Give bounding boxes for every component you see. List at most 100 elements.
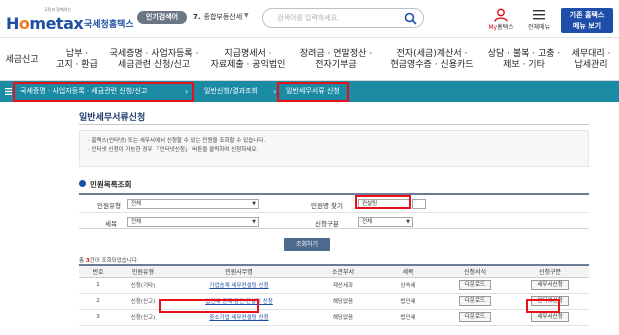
tax-label: 세목 bbox=[105, 220, 117, 228]
form-divider bbox=[79, 212, 589, 213]
popular-search-badge: 인기검색어 bbox=[137, 11, 187, 24]
column-header: 세목 bbox=[377, 264, 439, 278]
menu-line2: 제보 · 기타 bbox=[503, 60, 545, 70]
menu-line1: 상담 · 불복 · 고충 · bbox=[487, 49, 561, 59]
my-hometax-suffix: 홈택스 bbox=[497, 24, 514, 31]
category-label: 민원유형 bbox=[97, 202, 121, 210]
chevron-down-icon: ▼ bbox=[252, 219, 256, 225]
menu-item-payment[interactable]: 납부 · 고지 · 환급 bbox=[50, 39, 104, 81]
office-apply-button[interactable]: 세무서신청 bbox=[531, 280, 569, 290]
office-apply-button[interactable]: 세무서신청 bbox=[531, 312, 569, 322]
row-dept: 해당없음 bbox=[309, 293, 377, 310]
menu-dots-icon[interactable] bbox=[5, 88, 12, 95]
column-header: 번호 bbox=[79, 264, 117, 278]
full-menu-button[interactable]: 전체메뉴 bbox=[526, 8, 552, 34]
menu-line2: 세금관련 신청/신고 bbox=[117, 60, 191, 70]
menu-line1: 지급명세서 · bbox=[224, 49, 272, 59]
row-apply: 세무서신청 bbox=[511, 277, 589, 294]
menu-item-tax-agent[interactable]: 세무대리 · 납세관리 bbox=[566, 39, 616, 81]
name-search-extra-input[interactable] bbox=[412, 199, 426, 209]
chevron-down-icon[interactable]: ▼ bbox=[244, 12, 249, 19]
hometax-logo[interactable]: 국민과 함께하는 Hometax 국세청홈택스 bbox=[6, 7, 138, 33]
breadcrumb-level2[interactable]: 일반신청/결과조회 bbox=[204, 81, 258, 102]
top-header: 국민과 함께하는 Hometax 국세청홈택스 인기검색어 7. 종합부동산세 ▼… bbox=[0, 0, 619, 38]
user-icon bbox=[494, 8, 508, 22]
menu-line1: 세금신고 bbox=[5, 54, 39, 65]
chevron-down-icon: ▼ bbox=[406, 219, 410, 225]
row-form: 다운로드 bbox=[439, 309, 511, 326]
section-bullet-icon bbox=[79, 180, 86, 187]
popular-search-term[interactable]: 7. 종합부동산세 bbox=[193, 12, 242, 22]
table-header-row: 번호 민원유형 민원사무명 소관부서 세목 신청서식 신청구분 bbox=[79, 264, 589, 278]
legacy-menu-line1: 기존 홈택스 bbox=[569, 11, 605, 19]
search-icon[interactable] bbox=[404, 12, 417, 25]
menu-item-certificates[interactable]: 국세증명 · 사업자등록 · 세금관련 신청/신고 bbox=[106, 39, 202, 81]
row-form: 다운로드 bbox=[439, 277, 511, 294]
column-header: 신청서식 bbox=[439, 264, 511, 278]
menu-line1: 납부 · bbox=[65, 49, 89, 59]
row-type: 신청(기타) bbox=[117, 277, 169, 294]
logo-name: 국세청홈택스 bbox=[84, 20, 134, 30]
menu-line1: 국세증명 · 사업자등록 · bbox=[109, 49, 199, 59]
menu-line1: 전자(세금)계산서 · bbox=[396, 49, 468, 59]
logo-mark-rest: metax bbox=[29, 14, 84, 33]
logo-mark-o: o bbox=[18, 14, 30, 33]
logo-mark-h: H bbox=[6, 14, 19, 33]
menu-item-consultation[interactable]: 상담 · 불복 · 고충 · 제보 · 기타 bbox=[486, 39, 562, 81]
chevron-down-icon: ▼ bbox=[252, 201, 256, 207]
apply-type-select[interactable]: 전체 ▼ bbox=[358, 217, 413, 227]
menu-item-tax-filing[interactable]: 세금신고 bbox=[0, 39, 44, 81]
title-divider bbox=[79, 124, 589, 125]
my-hometax-button[interactable]: My홈택스 bbox=[483, 8, 519, 34]
search-button[interactable]: 조회하기 bbox=[284, 238, 330, 251]
notice-line: · 홈택스(인터넷) 또는 세무서에서 신청할 수 있는 민원을 조회할 수 있… bbox=[88, 138, 266, 144]
row-number: 1 bbox=[79, 277, 117, 294]
menu-item-incentives[interactable]: 장려금 · 연말정산 · 전자기부금 bbox=[295, 39, 377, 81]
row-number: 3 bbox=[79, 309, 117, 326]
column-header: 소관부서 bbox=[309, 264, 377, 278]
tax-select[interactable]: 전체 ▼ bbox=[127, 217, 259, 227]
service-name-link[interactable]: 중소기업 세무컨설팅 신청 bbox=[209, 315, 268, 321]
apply-type-label: 신청구분 bbox=[315, 220, 339, 228]
row-tax: 법인세 bbox=[377, 293, 439, 310]
highlight-box bbox=[277, 82, 349, 102]
highlight-box bbox=[526, 299, 560, 313]
menu-item-statements[interactable]: 지급명세서 · 자료제출 · 공익법인 bbox=[207, 39, 289, 81]
menu-line2: 고지 · 환급 bbox=[56, 60, 98, 70]
menu-line2: 전자기부금 bbox=[315, 60, 357, 70]
logo-tagline: 국민과 함께하는 bbox=[44, 7, 72, 12]
menu-line1: 세무대리 · bbox=[571, 49, 611, 59]
row-tax: 상속세 bbox=[377, 277, 439, 294]
row-name: 가업승계 세무컨설팅 신청 bbox=[169, 277, 309, 294]
legacy-menu-line2: 메뉴 보기 bbox=[572, 22, 602, 30]
column-header: 신청구분 bbox=[511, 264, 589, 278]
table-row: 2 신청(신고) 법인세 공제·감면 컨설팅 신청 해당없음 법인세 다운로드 … bbox=[79, 293, 589, 310]
download-button[interactable]: 다운로드 bbox=[458, 312, 492, 322]
download-button[interactable]: 다운로드 bbox=[458, 296, 492, 306]
notice-box: · 홈택스(인터넷) 또는 세무서에서 신청할 수 있는 민원을 조회할 수 있… bbox=[79, 130, 589, 167]
notice-line: · 인터넷 신청이 가능한 경우 「인터넷신청」 버튼을 클릭하여 신청하세요. bbox=[88, 147, 259, 153]
column-header: 민원사무명 bbox=[169, 264, 309, 278]
menu-line2: 납세관리 bbox=[574, 60, 608, 70]
popular-rank: 7. bbox=[193, 13, 201, 21]
hamburger-icon bbox=[533, 10, 545, 20]
legacy-menu-button[interactable]: 기존 홈택스 메뉴 보기 bbox=[561, 8, 613, 33]
highlight-box bbox=[159, 299, 259, 313]
name-label: 민원명 찾기 bbox=[311, 202, 343, 210]
results-table: 번호 민원유형 민원사무명 소관부서 세목 신청서식 신청구분 1 신청(기타)… bbox=[79, 264, 589, 326]
category-select[interactable]: 전체 ▼ bbox=[127, 199, 259, 209]
row-number: 2 bbox=[79, 293, 117, 310]
search-input[interactable] bbox=[277, 11, 397, 25]
menu-item-e-invoice[interactable]: 전자(세금)계산서 · 현금영수증 · 신용카드 bbox=[382, 39, 482, 81]
download-button[interactable]: 다운로드 bbox=[458, 280, 492, 290]
apply-type-value: 전체 bbox=[362, 219, 373, 225]
service-name-link[interactable]: 가업승계 세무컨설팅 신청 bbox=[209, 283, 268, 289]
page-title: 일반세무서류신청 bbox=[79, 113, 146, 123]
menu-line2: 자료제출 · 공익법인 bbox=[210, 60, 286, 70]
chevron-right-icon: › bbox=[273, 87, 277, 96]
search-form: 민원유형 전체 ▼ 민원명 찾기 컨설팅 세목 전체 ▼ 신청구분 전체 ▼ bbox=[79, 193, 589, 229]
category-value: 전체 bbox=[131, 201, 142, 207]
menu-line1: 장려금 · 연말정산 · bbox=[299, 49, 373, 59]
section-title: 민원목록조회 bbox=[90, 180, 132, 189]
main-menu: 세금신고 납부 · 고지 · 환급 국세증명 · 사업자등록 · 세금관련 신청/신… bbox=[0, 39, 619, 81]
